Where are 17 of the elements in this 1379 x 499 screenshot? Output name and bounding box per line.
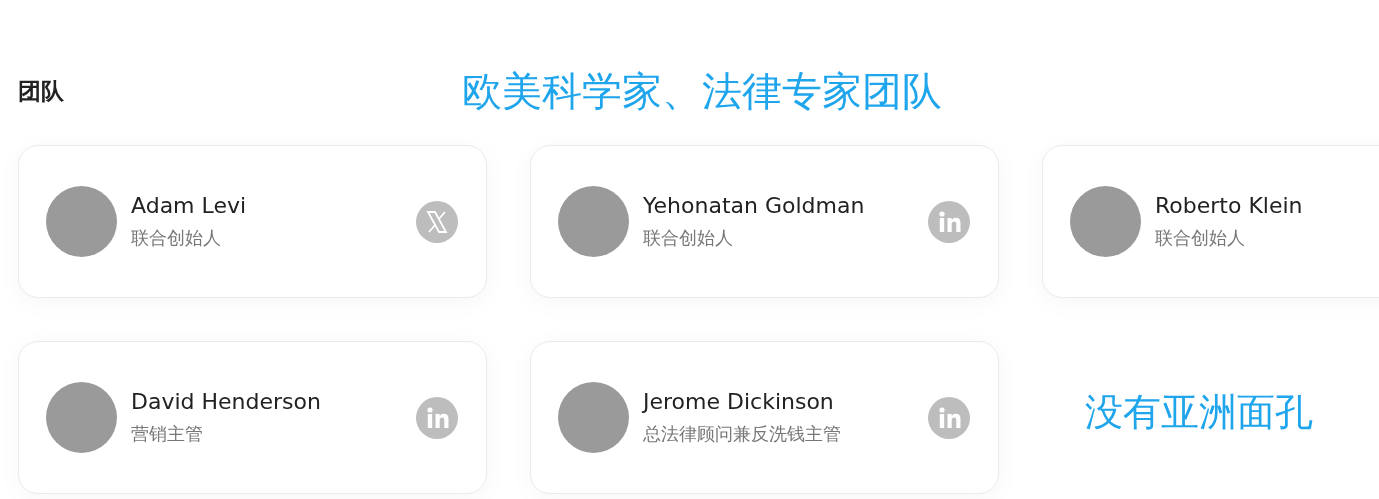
linkedin-icon[interactable]: [928, 200, 970, 243]
linkedin-icon[interactable]: [928, 396, 970, 439]
section-heading: 团队: [18, 76, 65, 106]
x-logo-icon[interactable]: [416, 200, 458, 243]
member-role: 联合创始人: [131, 226, 222, 250]
linkedin-icon[interactable]: [416, 396, 458, 439]
member-role: 总法律顾问兼反洗钱主管: [643, 422, 842, 446]
member-name: Jerome Dickinson: [643, 389, 835, 414]
member-role: 联合创始人: [1155, 226, 1246, 250]
member-name: Roberto Klein: [1155, 193, 1304, 218]
annotation-text: 欧美科学家、法律专家团队: [462, 66, 942, 116]
member-name: Adam Levi: [131, 193, 248, 218]
member-role: 营销主管: [131, 422, 204, 446]
member-name: David Henderson: [131, 389, 322, 414]
member-role: 联合创始人: [643, 226, 734, 250]
member-name: Yehonatan Goldman: [643, 193, 866, 218]
annotation-text: 没有亚洲面孔: [1085, 389, 1313, 436]
